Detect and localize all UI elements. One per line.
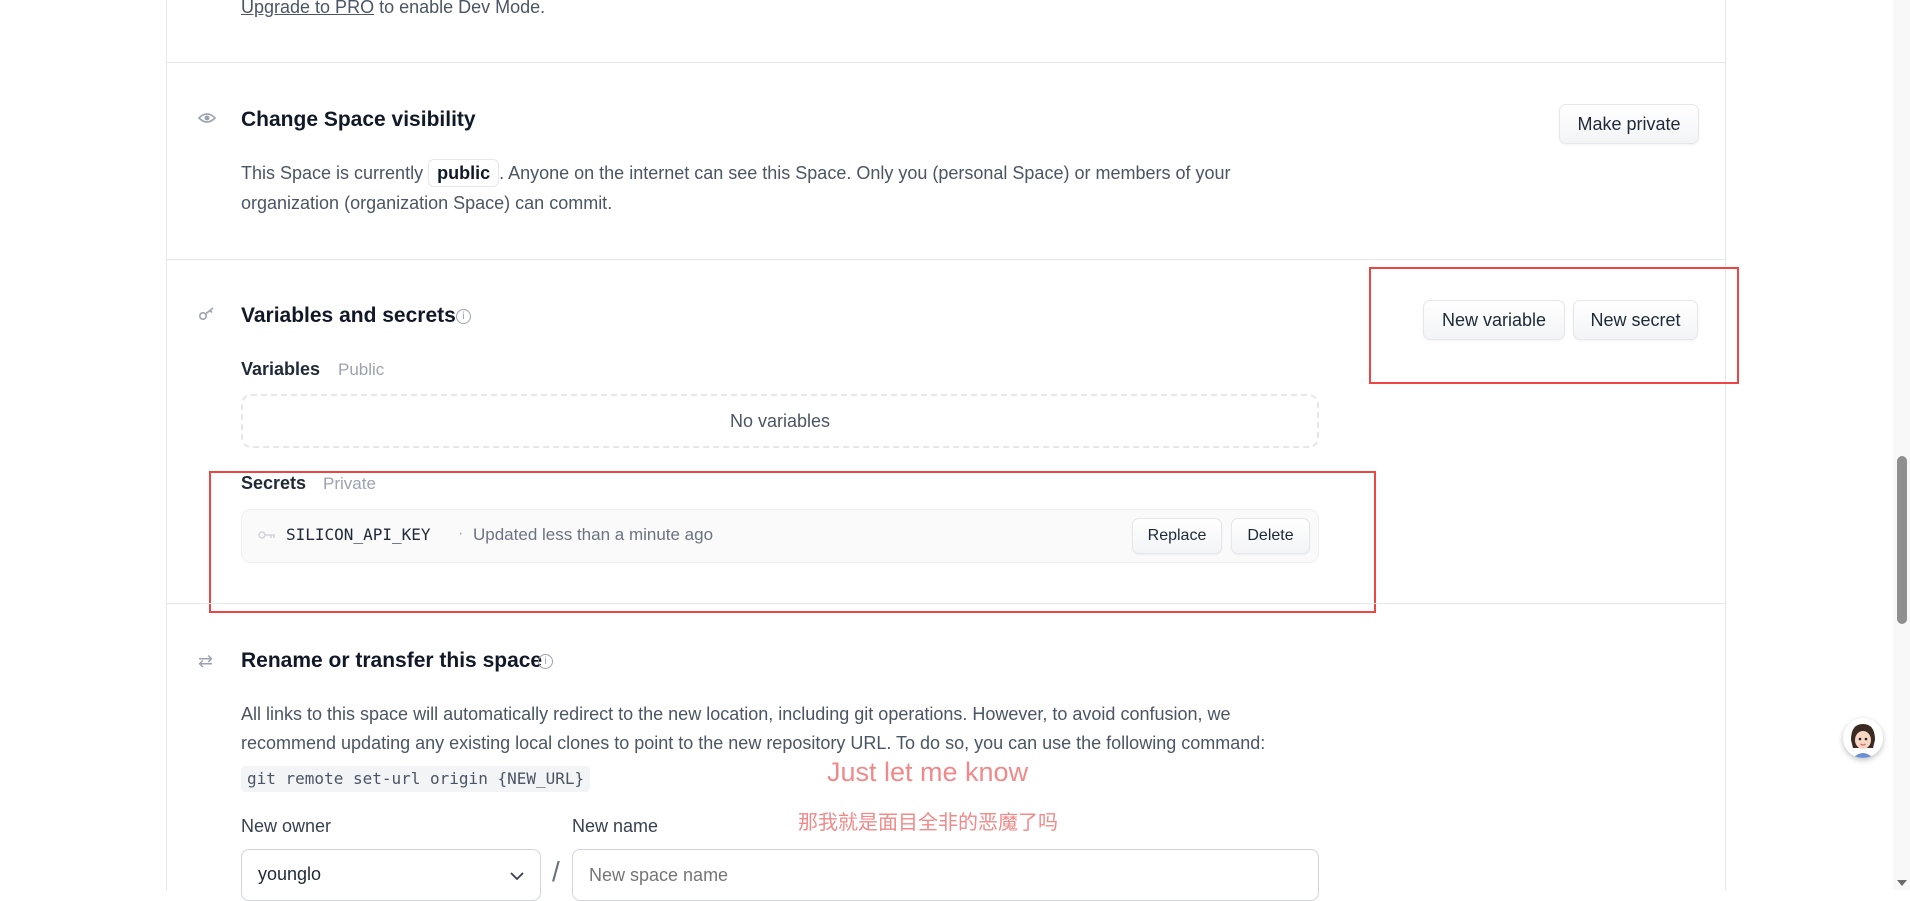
- eye-icon: [197, 110, 217, 130]
- highlight-box-buttons: [1369, 267, 1739, 384]
- new-owner-label: New owner: [241, 816, 332, 836]
- visibility-desc-end: . Anyone on the internet can see this Sp…: [499, 163, 1231, 183]
- new-name-input[interactable]: [572, 849, 1319, 901]
- subtitle-english: Just let me know: [827, 757, 1029, 787]
- new-name-label: New name: [572, 816, 659, 836]
- variables-empty-box: No variables: [241, 394, 1319, 448]
- section-divider: [166, 62, 1726, 63]
- variables-public-tag: Public: [338, 360, 385, 379]
- page-scrollbar[interactable]: [1893, 0, 1910, 890]
- variables-label: Variables: [241, 359, 321, 379]
- visibility-desc-line2: organization (organization Space) can co…: [241, 193, 613, 213]
- rename-title: Rename or transfer this space: [241, 649, 543, 672]
- visibility-desc-start: This Space is currently: [241, 163, 424, 183]
- visibility-badge: public: [428, 159, 500, 187]
- chevron-down-icon: [510, 868, 524, 886]
- git-command: git remote set-url origin {NEW_URL}: [241, 766, 591, 792]
- highlight-box-secrets: [209, 471, 1376, 613]
- assistant-avatar[interactable]: [1843, 718, 1883, 758]
- dev-mode-text: to enable Dev Mode.: [374, 0, 546, 17]
- rename-line-2: recommend updating any existing local cl…: [241, 733, 1266, 753]
- scrollbar-thumb[interactable]: [1897, 456, 1907, 624]
- subtitle-chinese: 那我就是面目全非的恶魔了吗: [798, 810, 1058, 834]
- section-divider: [166, 603, 1726, 604]
- visibility-description: This Space is currently public. Anyone o…: [241, 158, 1231, 218]
- section-divider: [166, 259, 1726, 260]
- rename-line-1: All links to this space will automatical…: [241, 704, 1231, 724]
- visibility-title: Change Space visibility: [241, 108, 476, 131]
- info-icon[interactable]: i: [538, 654, 553, 669]
- variables-title: Variables and secrets: [241, 304, 456, 327]
- upgrade-link[interactable]: Upgrade to PRO: [241, 0, 374, 17]
- owner-select-value: younglo: [258, 864, 322, 884]
- dev-mode-note: Upgrade to PRO to enable Dev Mode.: [241, 0, 545, 18]
- make-private-button[interactable]: Make private: [1559, 104, 1699, 144]
- transfer-arrows-icon: ⇄: [198, 651, 214, 671]
- owner-select[interactable]: younglo: [241, 849, 541, 901]
- owner-name-slash: /: [552, 856, 560, 887]
- info-icon[interactable]: i: [456, 309, 471, 324]
- no-variables-text: No variables: [729, 410, 831, 431]
- scroll-down-arrow-icon[interactable]: [1897, 880, 1907, 886]
- key-pencil-icon: [198, 306, 216, 327]
